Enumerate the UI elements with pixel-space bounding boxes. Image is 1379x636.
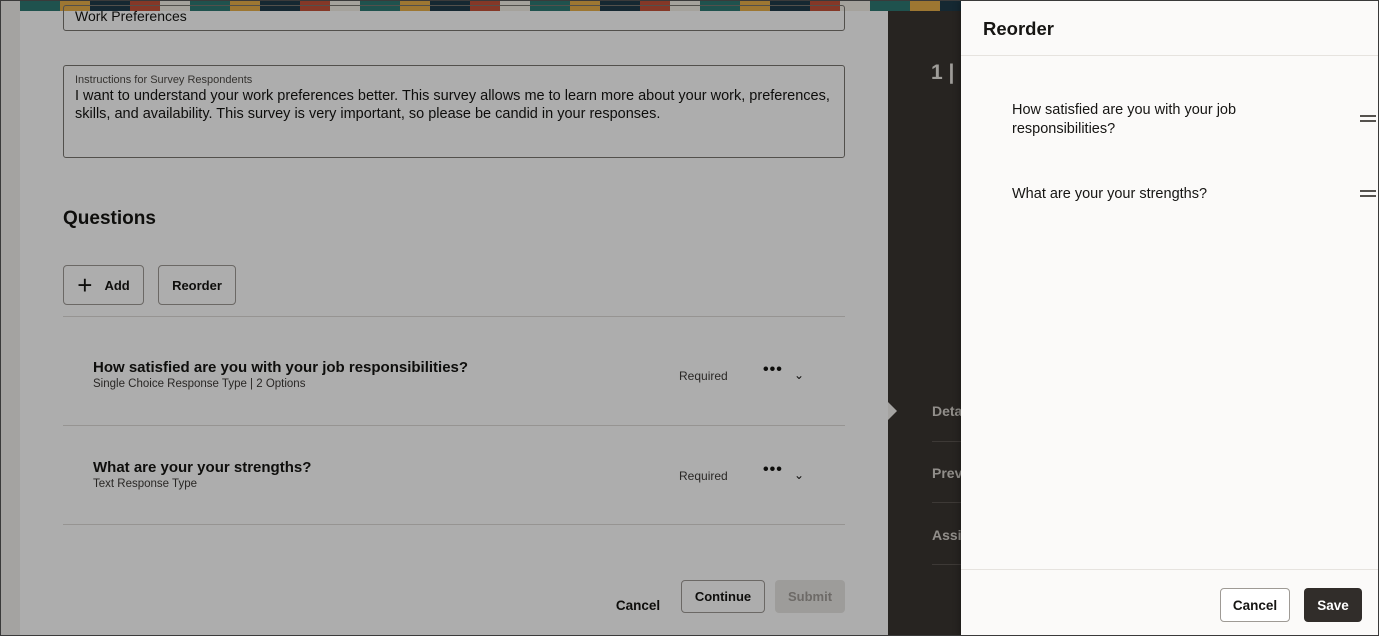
reorder-item-label: How satisfied are you with your job resp…: [1012, 102, 1237, 137]
drag-handle-icon[interactable]: [1360, 115, 1376, 122]
reorder-drawer: Reorder How satisfied are you with your …: [961, 1, 1378, 635]
reorder-item[interactable]: What are your your strengths?: [1012, 185, 1376, 204]
drawer-save-button[interactable]: Save: [1304, 588, 1362, 622]
drawer-header: Reorder: [961, 1, 1378, 56]
reorder-item-label: What are your your strengths?: [1012, 186, 1208, 202]
drag-handle-icon[interactable]: [1360, 190, 1376, 197]
app-window: Work Preferences Instructions for Survey…: [0, 0, 1379, 636]
reorder-item[interactable]: How satisfied are you with your job resp…: [1012, 101, 1376, 139]
drawer-cancel-button[interactable]: Cancel: [1220, 588, 1290, 622]
drawer-title: Reorder: [983, 18, 1054, 39]
modal-overlay[interactable]: [1, 1, 961, 635]
drawer-footer: Cancel Save: [961, 569, 1378, 635]
